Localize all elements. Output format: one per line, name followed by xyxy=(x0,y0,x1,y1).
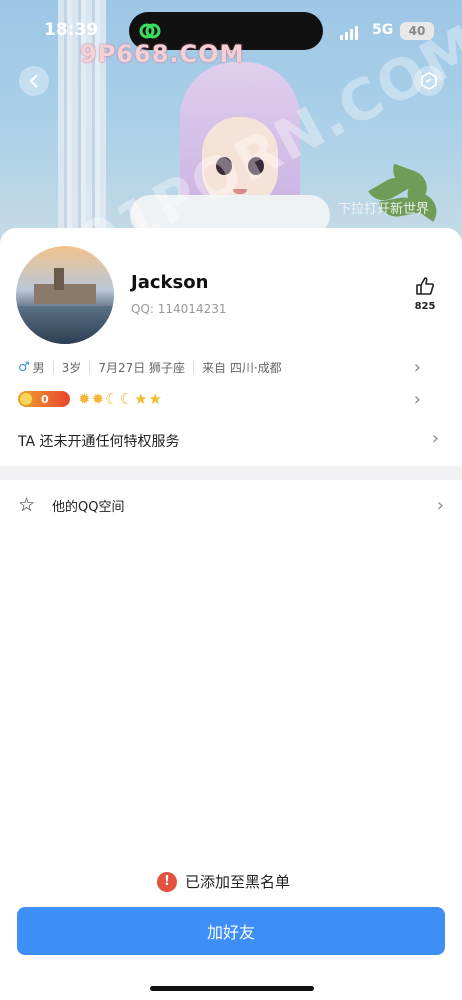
coin-icon xyxy=(19,392,33,406)
qzone-star-icon: ☆ xyxy=(18,494,36,516)
blocked-notice: ! 已添加至黑名单 xyxy=(157,871,290,892)
qq-number-row: QQ: 114014231 xyxy=(131,302,226,316)
like-count: 825 xyxy=(414,301,436,312)
chevron-left-icon xyxy=(29,74,38,88)
basic-info-row[interactable]: ♂ 男 3岁 7月27日 狮子座 来自 四川·成都 › xyxy=(18,356,443,378)
sun-icon: ✹ xyxy=(78,390,91,408)
hexagon-icon xyxy=(421,72,437,90)
chevron-right-icon: › xyxy=(413,388,421,410)
level-icons: ✹ ✹ ☾ ☾ ★ ★ xyxy=(78,390,162,408)
warning-icon: ! xyxy=(157,871,177,892)
app-logo-icon xyxy=(139,23,161,39)
star-icon: ★ xyxy=(148,390,162,408)
thumbs-up-icon[interactable] xyxy=(415,276,435,296)
moon-icon: ☾ xyxy=(119,390,134,408)
back-button[interactable] xyxy=(19,66,49,96)
level-row[interactable]: 0 ✹ ✹ ☾ ☾ ★ ★ › xyxy=(18,388,443,410)
section-divider xyxy=(0,466,462,480)
qq-number: 114014231 xyxy=(157,302,227,316)
network-type: 5G xyxy=(372,22,394,38)
watermark-text: 9P668.COM xyxy=(80,40,245,68)
level-badge: 0 xyxy=(18,391,70,407)
plant-decoration xyxy=(360,150,444,230)
birthday-text: 7月27日 狮子座 xyxy=(98,360,186,375)
chevron-right-icon: › xyxy=(413,356,421,378)
male-icon: ♂ xyxy=(18,359,30,375)
gender-text: 男 xyxy=(32,360,45,375)
star-icon: ★ xyxy=(134,390,148,408)
blocked-text: 已添加至黑名单 xyxy=(185,873,291,891)
qq-label: QQ: xyxy=(131,302,154,316)
more-options-button[interactable] xyxy=(414,66,444,96)
privilege-row[interactable]: TA 还未开通任何特权服务 › xyxy=(18,428,443,451)
profile-card: Jackson QQ: 114014231 825 ♂ 男 3岁 7月27日 狮… xyxy=(0,228,462,1000)
signal-icon xyxy=(340,26,358,40)
profile-avatar[interactable] xyxy=(16,246,114,344)
add-friend-button[interactable]: 加好友 xyxy=(17,907,445,955)
chevron-right-icon: › xyxy=(436,494,444,516)
privilege-text: TA 还未开通任何特权服务 xyxy=(18,434,180,450)
chevron-right-icon: › xyxy=(431,428,439,449)
home-indicator xyxy=(150,986,314,991)
age-text: 3岁 xyxy=(61,360,82,375)
qzone-label: 他的QQ空间 xyxy=(52,499,125,515)
level-value: 0 xyxy=(41,392,49,406)
pull-down-hint: 下拉打开新世界 xyxy=(338,202,430,217)
profile-screen: 下拉打开新世界 18:39 5G 40 9P668.COM 91PORN.COM… xyxy=(0,0,462,1000)
qzone-row[interactable]: ☆ 他的QQ空间 › xyxy=(18,492,448,518)
moon-icon: ☾ xyxy=(105,390,119,408)
nickname: Jackson xyxy=(131,272,209,293)
location-text: 来自 四川·成都 xyxy=(202,360,282,375)
sun-icon: ✹ xyxy=(91,390,105,408)
status-time: 18:39 xyxy=(44,20,99,40)
